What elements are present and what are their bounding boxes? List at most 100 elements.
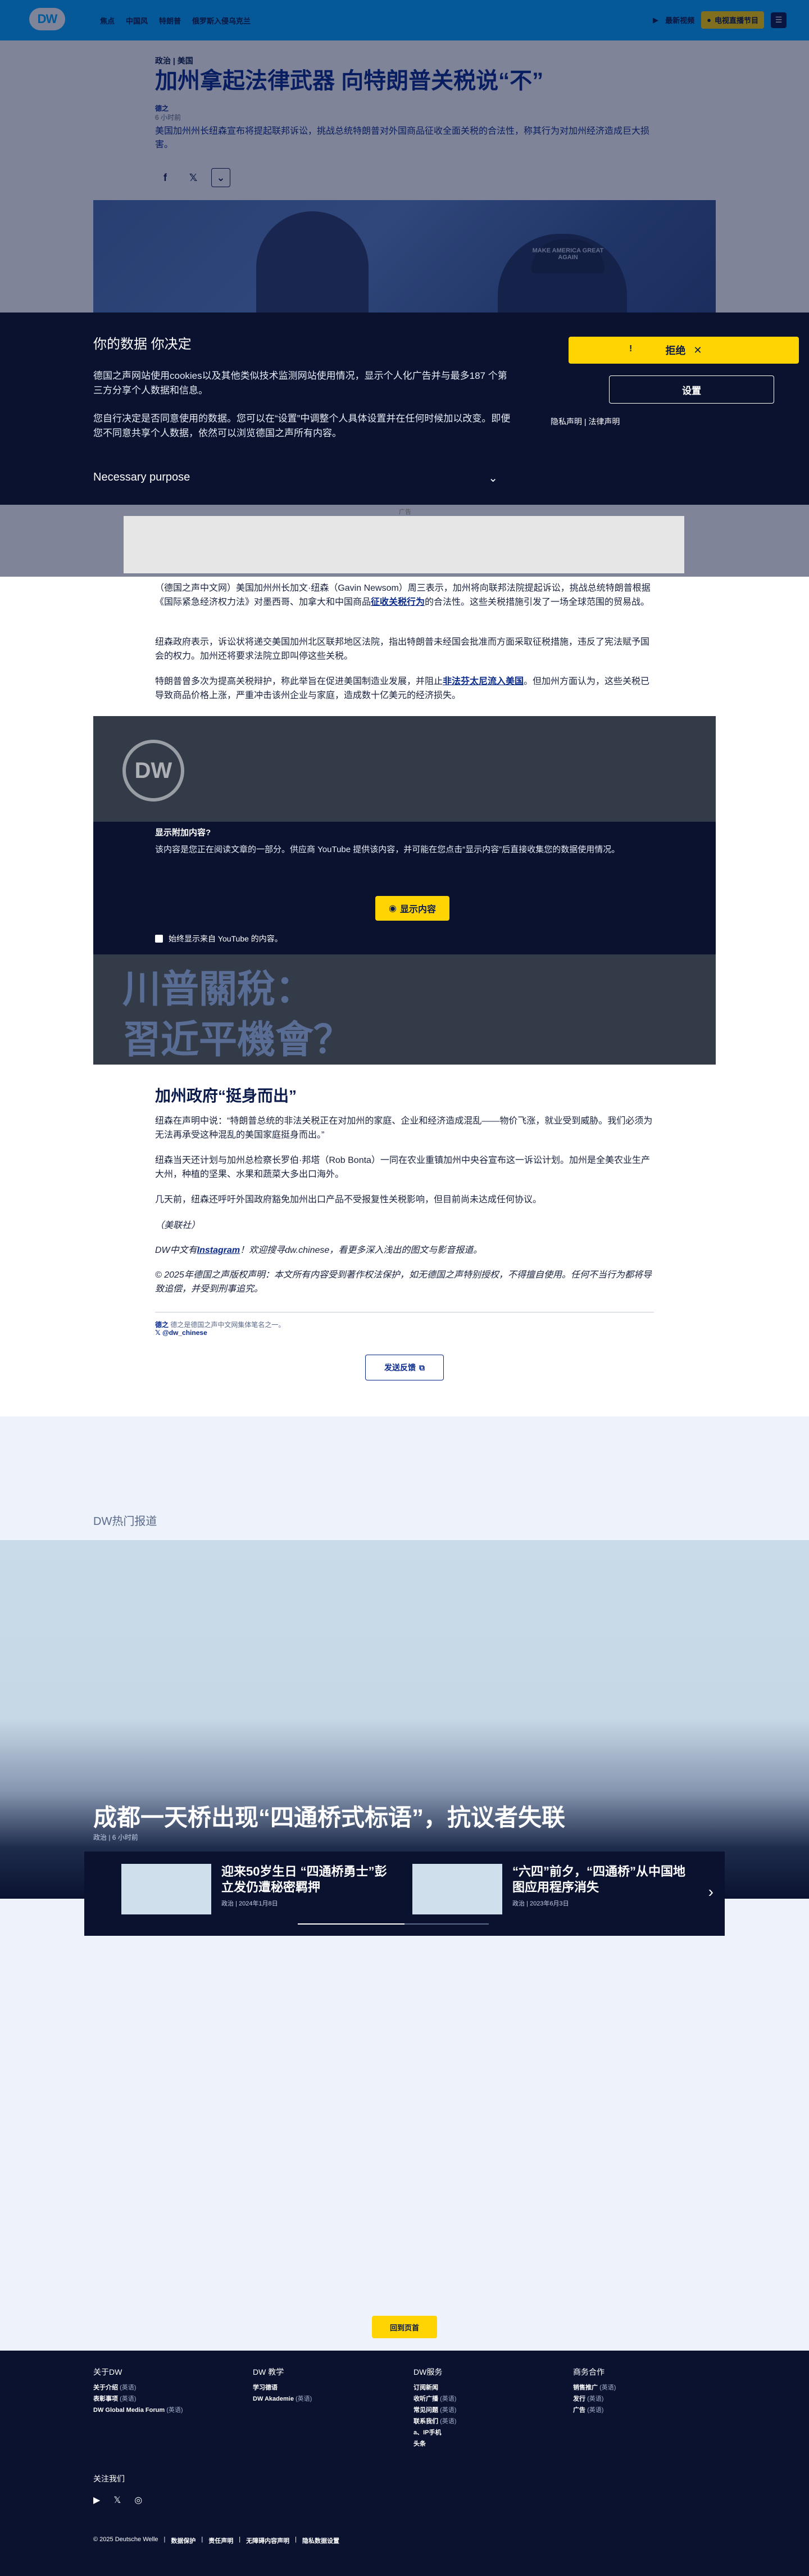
close-icon: ✕ xyxy=(693,344,702,356)
footer-link[interactable]: DW Global Media Forum (英语) xyxy=(93,2405,183,2416)
hot-meta: 政治 | 6 小时前 xyxy=(93,1833,138,1841)
legal-link-accessibility[interactable]: 无障碍内容声明 xyxy=(246,2536,289,2545)
nav-item-china[interactable]: 中国风 xyxy=(126,15,148,26)
video-dw-logo: DW xyxy=(122,740,184,802)
x-icon[interactable]: 𝕏 xyxy=(183,167,203,188)
x-handle: @dw_chinese xyxy=(162,1329,207,1337)
fentanyl-link[interactable]: 非法芬太尼流入美国 xyxy=(443,677,524,686)
site-footer: 关于DW 关于介绍 (英语) 表彰事项 (英语) DW Global Media… xyxy=(0,2351,809,2576)
chevron-down-icon: ⌄ xyxy=(488,472,498,485)
chevron-right-icon[interactable]: › xyxy=(708,1883,713,1901)
article-author[interactable]: 德之 xyxy=(155,103,654,113)
footer-link[interactable]: 联系我们 (英语) xyxy=(413,2416,456,2427)
carousel-item[interactable]: 迎来50岁生日 “四通桥勇士”彭立发仍遭秘密羁押政治 | 2024年1月8日 xyxy=(121,1864,396,1914)
carousel-title: 迎来50岁生日 “四通桥勇士”彭立发仍遭秘密羁押 xyxy=(221,1864,387,1894)
header-actions: ▶ 最新视频 ● 电视直播节目 ☰ xyxy=(653,11,787,29)
footer-link[interactable]: 广告 (英语) xyxy=(573,2405,616,2416)
necessary-purpose-toggle[interactable]: Necessary purpose ⌄ xyxy=(93,471,498,485)
author-x-handle[interactable]: 𝕏 @dw_chinese xyxy=(155,1329,207,1337)
ad-slot[interactable] xyxy=(124,516,684,573)
always-show-checkbox[interactable]: 始终显示来自 YouTube 的内容。 xyxy=(155,933,283,944)
checkbox-box xyxy=(155,935,163,943)
footer-link[interactable]: 发行 (英语) xyxy=(573,2393,616,2405)
copyright: © 2025 Deutsche Welle xyxy=(93,2536,158,2543)
article-kicker[interactable]: 政治 | 美国 xyxy=(155,55,654,66)
feedback-icon: ⧉ xyxy=(419,1362,425,1372)
youtube-icon[interactable]: ▶ xyxy=(93,2494,100,2506)
nav-item-focus[interactable]: 焦点 xyxy=(100,15,115,26)
footer-link[interactable]: 订阅新闻 xyxy=(413,2382,456,2393)
menu-icon[interactable]: ☰ xyxy=(771,12,787,28)
back-to-top-button[interactable]: 回到页首 xyxy=(372,2316,437,2338)
x-icon: 𝕏 xyxy=(155,1329,163,1337)
feedback-button[interactable]: 发送反馈 ⧉ xyxy=(365,1355,444,1380)
legal-link[interactable]: 法律声明 xyxy=(588,417,620,426)
video-bg-text-2: 習近平機會？ xyxy=(122,1018,352,1061)
video-icon: ▶ xyxy=(653,15,659,24)
legal-link-liability[interactable]: 责任声明 xyxy=(208,2536,233,2545)
necessary-purpose-label: Necessary purpose xyxy=(93,471,190,483)
footer-link[interactable]: a、IP手机 xyxy=(413,2427,456,2438)
insta-post: ！欢迎搜寻dw.chinese，看更多深入浅出的图文与影音报道。 xyxy=(240,1246,483,1255)
latest-video-link[interactable]: 最新视频 xyxy=(665,15,694,25)
show-content-button[interactable]: ◉ 显示内容 xyxy=(375,896,449,921)
share-bar: f 𝕏 ⌄ xyxy=(155,167,230,188)
copyright-note: © 2025年德国之声版权声明：本文所有内容受到著作权法保护，如无德国之声特别授… xyxy=(155,1270,652,1294)
youtube-embed: DW 川普關稅： 習近平機會？ 显示附加内容? 该内容是您正在阅读文章的一部分。… xyxy=(93,716,716,1065)
footer-link[interactable]: 学习德语 xyxy=(253,2382,312,2393)
instagram-link[interactable]: Instagram xyxy=(197,1246,240,1255)
cookie-text-1: 德国之声网站使用cookies以及其他类似技术监测网站使用情况，显示个人化广告并… xyxy=(93,370,507,396)
settings-button[interactable]: 设置 xyxy=(609,375,774,404)
main-nav: 焦点 中国风 特朗普 俄罗斯入侵乌克兰 xyxy=(100,15,251,26)
footer-col-services: DW服务 订阅新闻 收听广播 (英语) 常见问题 (英语) 联系我们 (英语) … xyxy=(413,2366,456,2450)
footer-link[interactable]: DW Akademie (英语) xyxy=(253,2393,312,2405)
facebook-icon[interactable]: f xyxy=(155,167,175,188)
footer-col-title: DW 教学 xyxy=(253,2367,284,2376)
author-name[interactable]: 德之 xyxy=(155,1321,169,1329)
legal-link-privacy[interactable]: 数据保护 xyxy=(171,2536,196,2545)
eye-icon: ◉ xyxy=(389,904,397,913)
tariff-link[interactable]: 征收关税行为 xyxy=(371,597,425,607)
hot-title[interactable]: 成都一天桥出现“四通桥式标语”，抗议者失联 xyxy=(93,1799,565,1833)
footer-col-title: 关于DW xyxy=(93,2367,122,2376)
always-show-label: 始终显示来自 YouTube 的内容。 xyxy=(169,934,283,943)
live-tv-button[interactable]: ● 电视直播节目 xyxy=(701,11,764,29)
reject-button[interactable]: ! 拒绝 ✕ xyxy=(569,337,799,364)
privacy-link[interactable]: 隐私声明 xyxy=(551,417,582,426)
footer-col-about: 关于DW 关于介绍 (英语) 表彰事项 (英语) DW Global Media… xyxy=(93,2366,183,2416)
nav-item-ukraine[interactable]: 俄罗斯入侵乌克兰 xyxy=(192,15,251,26)
consent-title: 显示附加内容? xyxy=(155,828,211,837)
footer-link[interactable]: 销售推广 (英语) xyxy=(573,2382,616,2393)
paragraph-4: 纽森在声明中说：“特朗普总统的非法关税正在对加州的家庭、企业和经济造成混乱——物… xyxy=(155,1116,653,1140)
cookie-title: 你的数据 你决定 xyxy=(93,337,192,352)
dw-logo[interactable]: DW xyxy=(29,8,65,30)
paragraph-6: 几天前，纽森还呼吁外国政府豁免加州出口产品不受报复性关税影响，但目前尚未达成任何… xyxy=(155,1195,542,1205)
x-icon[interactable]: 𝕏 xyxy=(113,2494,121,2506)
source-note: （美联社） xyxy=(155,1221,201,1230)
nav-item-trump[interactable]: 特朗普 xyxy=(159,15,181,26)
footer-link[interactable]: 收听广播 (英语) xyxy=(413,2393,456,2405)
carousel-item[interactable]: “六四”前夕，“四通桥”从中国地图应用程序消失政治 | 2023年6月3日 xyxy=(412,1864,687,1914)
article-title: 加州拿起法律武器 向特朗普关税说“不” xyxy=(155,69,544,93)
carousel-meta: 政治 | 2023年6月3日 xyxy=(512,1900,569,1907)
cookie-text-2: 您自行决定是否同意使用的数据。您可以在“设置”中调整个人具体设置并在任何时候加以… xyxy=(93,413,511,438)
hot-hero-image[interactable] xyxy=(0,1540,809,1899)
footer-link[interactable]: 关于介绍 (英语) xyxy=(93,2382,183,2393)
ad-label: 广告 xyxy=(399,509,411,515)
video-bg-text-1: 川普關稅： xyxy=(122,968,314,1011)
footer-link[interactable]: 头条 xyxy=(413,2438,456,2450)
footer-link[interactable]: 表彰事项 (英语) xyxy=(93,2393,183,2405)
reject-label: 拒绝 xyxy=(665,345,686,356)
footer-link[interactable]: 常见问题 (英语) xyxy=(413,2405,456,2416)
carousel-progress xyxy=(298,1923,489,1925)
paragraph-5: 纽森当天还计划与加州总检察长罗伯·邦塔（Rob Bonta）一同在农业重镇加州中… xyxy=(155,1156,650,1179)
legal-link-privacy-settings[interactable]: 隐私数据设置 xyxy=(302,2536,339,2545)
section-heading: 加州政府“挺身而出” xyxy=(155,1087,297,1104)
article-time: 6 小时前 xyxy=(155,114,181,121)
share-more-icon[interactable]: ⌄ xyxy=(211,168,230,187)
instagram-icon[interactable]: ◎ xyxy=(134,2494,142,2506)
live-dot-icon: ● xyxy=(707,16,711,24)
carousel-meta: 政治 | 2024年1月8日 xyxy=(221,1900,278,1907)
instagram-note: DW中文有Instagram！欢迎搜寻dw.chinese，看更多深入浅出的图文… xyxy=(155,1243,654,1257)
carousel-title: “六四”前夕，“四通桥”从中国地图应用程序消失 xyxy=(512,1864,686,1894)
